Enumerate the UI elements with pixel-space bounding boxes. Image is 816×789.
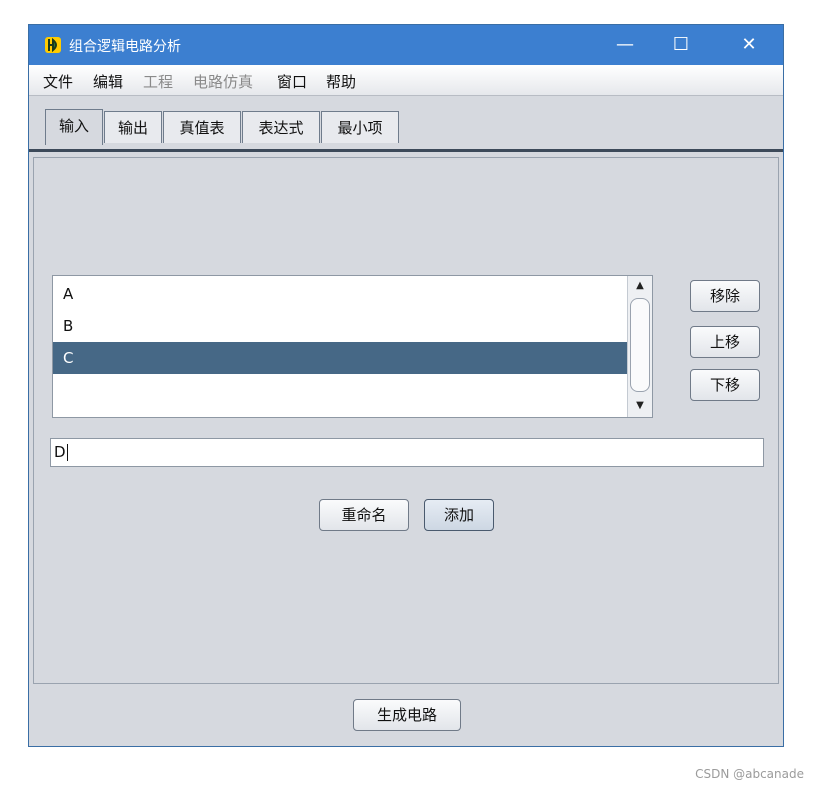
tab-truth-table[interactable]: 真值表 xyxy=(163,111,241,143)
window-title: 组合逻辑电路分析 xyxy=(69,39,181,55)
menu-bar: 文件 编辑 工程 电路仿真 窗口 帮助 xyxy=(29,65,783,96)
maximize-button[interactable]: ☐ xyxy=(657,25,705,65)
tab-minterms[interactable]: 最小项 xyxy=(321,111,399,143)
tab-output[interactable]: 输出 xyxy=(104,111,162,143)
remove-button[interactable]: 移除 xyxy=(690,280,760,312)
tab-divider xyxy=(29,149,783,152)
menu-circuit-simulation[interactable]: 电路仿真 xyxy=(193,71,253,92)
minimize-button[interactable]: — xyxy=(601,25,649,65)
watermark: CSDN @abcanade xyxy=(695,767,804,781)
scroll-down-icon[interactable]: ▼ xyxy=(632,398,648,414)
title-bar[interactable]: 组合逻辑电路分析 — ☐ ✕ xyxy=(29,25,783,65)
app-window: 组合逻辑电路分析 — ☐ ✕ 文件 编辑 工程 电路仿真 窗口 帮助 输入 输出… xyxy=(28,24,784,747)
rename-button[interactable]: 重命名 xyxy=(319,499,409,531)
list-item-selected[interactable]: C xyxy=(53,342,629,374)
list-item[interactable]: A xyxy=(53,278,629,310)
scroll-up-icon[interactable]: ▲ xyxy=(632,278,648,294)
minimize-icon: — xyxy=(616,34,634,55)
list-scrollbar[interactable]: ▲ ▼ xyxy=(627,276,652,417)
menu-file[interactable]: 文件 xyxy=(43,71,73,92)
input-panel xyxy=(33,157,779,684)
move-down-button[interactable]: 下移 xyxy=(690,369,760,401)
menu-edit[interactable]: 编辑 xyxy=(93,71,123,92)
circuit-app-icon xyxy=(45,37,61,53)
input-list[interactable]: A B C ▲ ▼ xyxy=(52,275,653,418)
scroll-thumb[interactable] xyxy=(630,298,650,392)
move-up-button[interactable]: 上移 xyxy=(690,326,760,358)
maximize-icon: ☐ xyxy=(672,34,690,55)
close-icon: ✕ xyxy=(741,34,757,55)
tab-input[interactable]: 输入 xyxy=(45,109,103,145)
list-item[interactable]: B xyxy=(53,310,629,342)
tab-strip: 输入 输出 真值表 表达式 最小项 xyxy=(29,96,783,152)
menu-window[interactable]: 窗口 xyxy=(277,71,307,92)
text-caret xyxy=(66,444,68,461)
menu-project[interactable]: 工程 xyxy=(143,71,173,92)
tab-expression[interactable]: 表达式 xyxy=(242,111,320,143)
close-button[interactable]: ✕ xyxy=(725,25,773,65)
name-input[interactable]: D xyxy=(50,438,764,467)
name-input-value: D xyxy=(54,443,66,461)
generate-circuit-button[interactable]: 生成电路 xyxy=(353,699,461,731)
menu-help[interactable]: 帮助 xyxy=(326,71,356,92)
add-button[interactable]: 添加 xyxy=(424,499,494,531)
